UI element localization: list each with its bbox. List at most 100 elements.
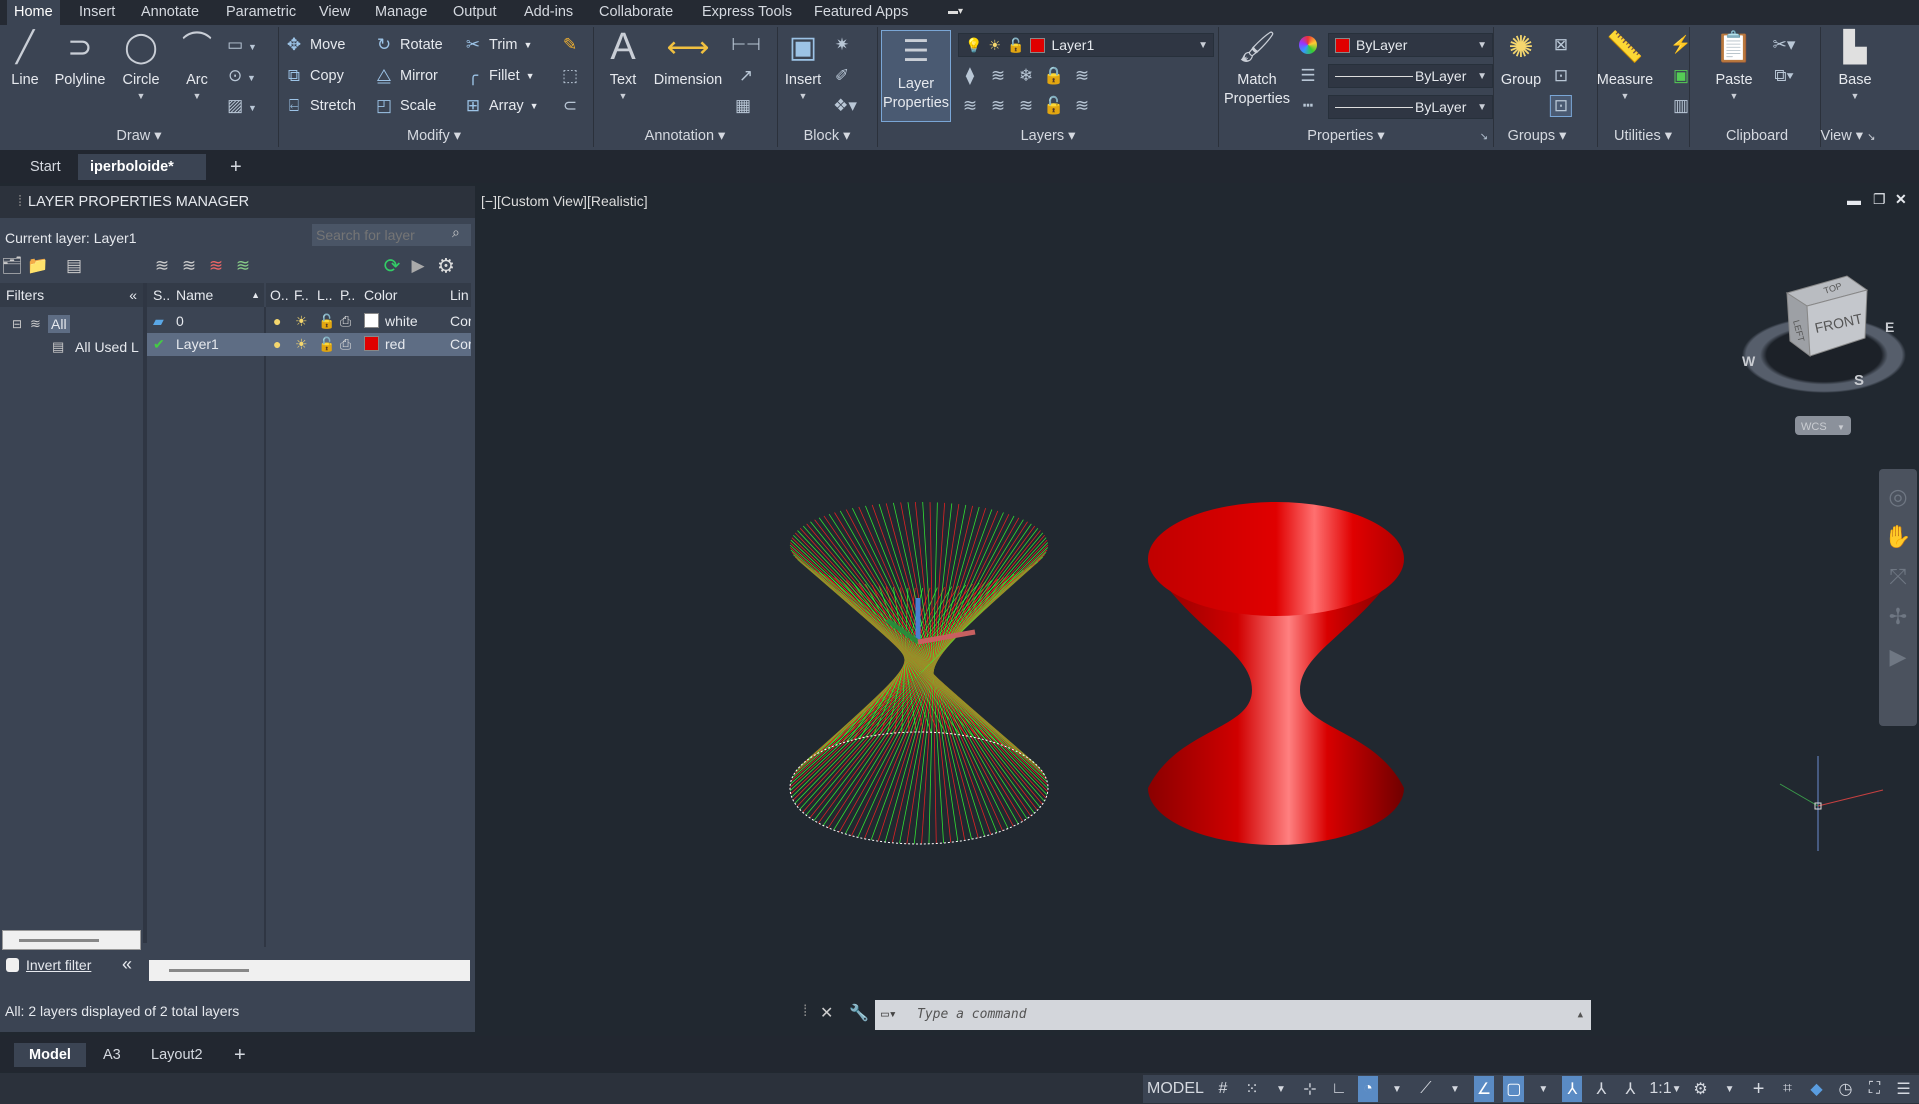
tab-view[interactable]: View <box>312 0 357 25</box>
tab-manage[interactable]: Manage <box>368 0 434 25</box>
tab-parametric[interactable]: Parametric <box>219 0 303 25</box>
copy-clip-icon[interactable]: ⧉▾ <box>1774 66 1793 86</box>
tab-insert[interactable]: Insert <box>72 0 122 25</box>
zoom-extents-icon[interactable]: ⤧ <box>1879 557 1917 597</box>
grid-icon[interactable]: # <box>1213 1076 1233 1102</box>
leader-icon[interactable]: ↗ <box>739 66 753 86</box>
tab-annotate[interactable]: Annotate <box>134 0 206 25</box>
new-layer-icon[interactable]: ≋ <box>155 256 169 276</box>
polar-tracking-icon[interactable]: ◔ <box>1357 1076 1378 1102</box>
line-button[interactable]: ╱ Line <box>5 27 45 90</box>
properties-column-header[interactable]: O.. F.. L.. P.. Color Lin <box>266 283 471 307</box>
layer-translate-icon[interactable]: ▶ <box>411 256 424 276</box>
cut-icon[interactable]: ✂▾ <box>1773 35 1796 55</box>
layer-row-layer1[interactable]: ✔ Layer1 ● ☀ 🔓 ⎙ red Cor <box>147 333 471 356</box>
layers-panel-label[interactable]: Layers ▾ <box>1021 128 1076 144</box>
wcs-menu[interactable]: WCS <box>1801 421 1827 433</box>
erase-icon[interactable]: ✎ <box>563 35 577 55</box>
new-layout-button[interactable]: + <box>234 1043 246 1067</box>
hyperboloid-wireframe[interactable] <box>789 501 1049 845</box>
group-edit-icon[interactable]: ⊡ <box>1554 66 1568 86</box>
scale-button[interactable]: ◰ Scale <box>374 93 436 119</box>
refresh-icon[interactable]: ⟳ <box>384 254 401 279</box>
chevron-down-icon[interactable]: ▼ <box>1720 1076 1740 1102</box>
filters-scrollbar[interactable] <box>2 930 141 950</box>
tab-model[interactable]: Model <box>14 1043 86 1067</box>
layer-row-0[interactable]: ▰ 0 ● ☀ 🔓 ⎙ white Cor <box>147 310 471 333</box>
layer-properties-button[interactable]: ☰ Layer Properties <box>881 30 951 122</box>
tab-layout2[interactable]: Layout2 <box>151 1043 203 1067</box>
tab-featured-apps[interactable]: Featured Apps <box>807 0 915 25</box>
sun-icon[interactable]: ☀ <box>295 333 308 356</box>
chevron-down-icon[interactable]: ▼ <box>1271 1076 1291 1102</box>
layer-freeze-icon[interactable]: ❄ <box>1019 66 1033 86</box>
showmotion-icon[interactable]: ▶ <box>1879 637 1917 677</box>
object-snap-tracking-icon[interactable]: ∠ <box>1473 1076 1495 1102</box>
model-space-toggle[interactable]: MODEL <box>1147 1076 1204 1102</box>
select-all-icon[interactable]: ▣ <box>1673 66 1689 86</box>
auto-scale-icon[interactable]: ⅄ <box>1591 1076 1611 1102</box>
view-panel-label[interactable]: View ▾ ↘ <box>1821 128 1876 144</box>
fillet-button[interactable]: ╭ Fillet ▼ <box>463 63 535 89</box>
layer-thaw-icon[interactable]: ≋ <box>1019 96 1033 116</box>
compass-south[interactable]: S <box>1854 372 1864 389</box>
tree-collapse-icon[interactable]: ⊟ <box>12 317 22 331</box>
command-input[interactable]: ▭▾ Type a command ▲ <box>875 1000 1591 1030</box>
unlock-icon[interactable]: 🔓 <box>318 310 335 333</box>
delete-layer-icon[interactable]: ≋ <box>209 256 223 276</box>
fullscreen-icon[interactable]: ⛶ <box>1865 1076 1885 1102</box>
command-grip-icon[interactable]: ⁞ <box>803 1003 807 1021</box>
lightbulb-icon[interactable]: ● <box>273 333 281 356</box>
search-layer-input[interactable] <box>312 224 471 246</box>
layer-on-icon[interactable]: ≋ <box>963 96 977 116</box>
copy-button[interactable]: ⧉ Copy <box>284 63 344 89</box>
new-property-filter-icon[interactable]: 🗂 <box>1 256 23 276</box>
tab-iperboloide[interactable]: iperboloide* ✕ <box>78 154 206 201</box>
collapse-icon[interactable]: « <box>129 283 137 307</box>
quick-properties-icon[interactable]: ◆ <box>1807 1076 1827 1102</box>
modify-panel-label[interactable]: Modify ▾ <box>407 128 461 144</box>
annotation-scale-icon[interactable]: ⅄ <box>1620 1076 1640 1102</box>
navigation-bar[interactable]: ◎ ✋ ⤧ ✢ ▶ <box>1879 469 1917 726</box>
isometric-icon[interactable]: ⟋ <box>1416 1076 1436 1102</box>
invert-filter-label[interactable]: Invert filter <box>26 957 91 973</box>
match-properties-button[interactable]: 🖌 Match Properties <box>1224 27 1290 109</box>
set-current-icon[interactable]: ≋ <box>236 256 250 276</box>
layer-unlock-icon[interactable]: 🔓 <box>1043 96 1064 116</box>
annotation-panel-label[interactable]: Annotation ▾ <box>645 128 726 144</box>
rotate-button[interactable]: ↻ Rotate <box>374 32 443 58</box>
stretch-button[interactable]: ⍇ Stretch <box>284 93 356 119</box>
layer-lock-icon[interactable]: 🔒 <box>1043 66 1064 86</box>
paste-button[interactable]: 📋 Paste ▼ <box>1714 27 1754 102</box>
printer-icon[interactable]: ⎙ <box>340 310 351 333</box>
create-block-icon[interactable]: ✷ <box>835 35 849 55</box>
block-attributes-icon[interactable]: ❖▾ <box>833 96 857 116</box>
explode-icon[interactable]: ⬚ <box>562 66 578 86</box>
properties-panel-label[interactable]: Properties ▾ <box>1307 128 1384 144</box>
pan-icon[interactable]: ✋ <box>1879 517 1917 557</box>
annotation-monitor-icon[interactable]: + <box>1749 1076 1769 1102</box>
tab-collaborate[interactable]: Collaborate <box>592 0 680 25</box>
measure-button[interactable]: 📏 Measure ▼ <box>1597 27 1653 102</box>
drawing-viewport[interactable]: [−][Custom View][Realistic] ▬ ❐ ✕ TOP LE… <box>477 186 1919 1032</box>
annotation-visibility-icon[interactable]: ⅄ <box>1562 1076 1583 1102</box>
close-command-icon[interactable]: ✕ <box>820 1003 833 1023</box>
mirror-button[interactable]: ⧋ Mirror <box>374 63 437 89</box>
sun-icon[interactable]: ☀ <box>295 310 308 333</box>
infer-constraints-icon[interactable]: ⊹ <box>1300 1076 1320 1102</box>
ribbon-minimize-button[interactable]: ▬▾ <box>948 6 974 18</box>
layers-scrollbar[interactable] <box>149 960 470 981</box>
layer-current-icon[interactable]: ≋ <box>991 96 1005 116</box>
chevron-up-icon[interactable]: ▲ <box>1578 1000 1583 1030</box>
offset-icon[interactable]: ⊂ <box>563 96 577 116</box>
draw-panel-label[interactable]: Draw ▾ <box>116 128 161 144</box>
new-tab-button[interactable]: + <box>218 154 254 180</box>
chevron-down-icon[interactable]: ▼ <box>1387 1076 1407 1102</box>
hatch-icon[interactable]: ▨ ▼ <box>227 96 257 116</box>
viewcube[interactable]: TOP LEFT FRONT W E S WCS ▼ <box>1742 275 1906 435</box>
object-snap-icon[interactable]: ▢ <box>1503 1076 1525 1102</box>
block-panel-label[interactable]: Block ▾ <box>804 128 851 144</box>
layer-states-manager-icon[interactable]: ▤ <box>66 256 82 276</box>
layer-dropdown[interactable]: 💡 ☀ 🔓 Layer1 ▼ <box>958 33 1214 57</box>
utilities-panel-label[interactable]: Utilities ▾ <box>1614 128 1672 144</box>
